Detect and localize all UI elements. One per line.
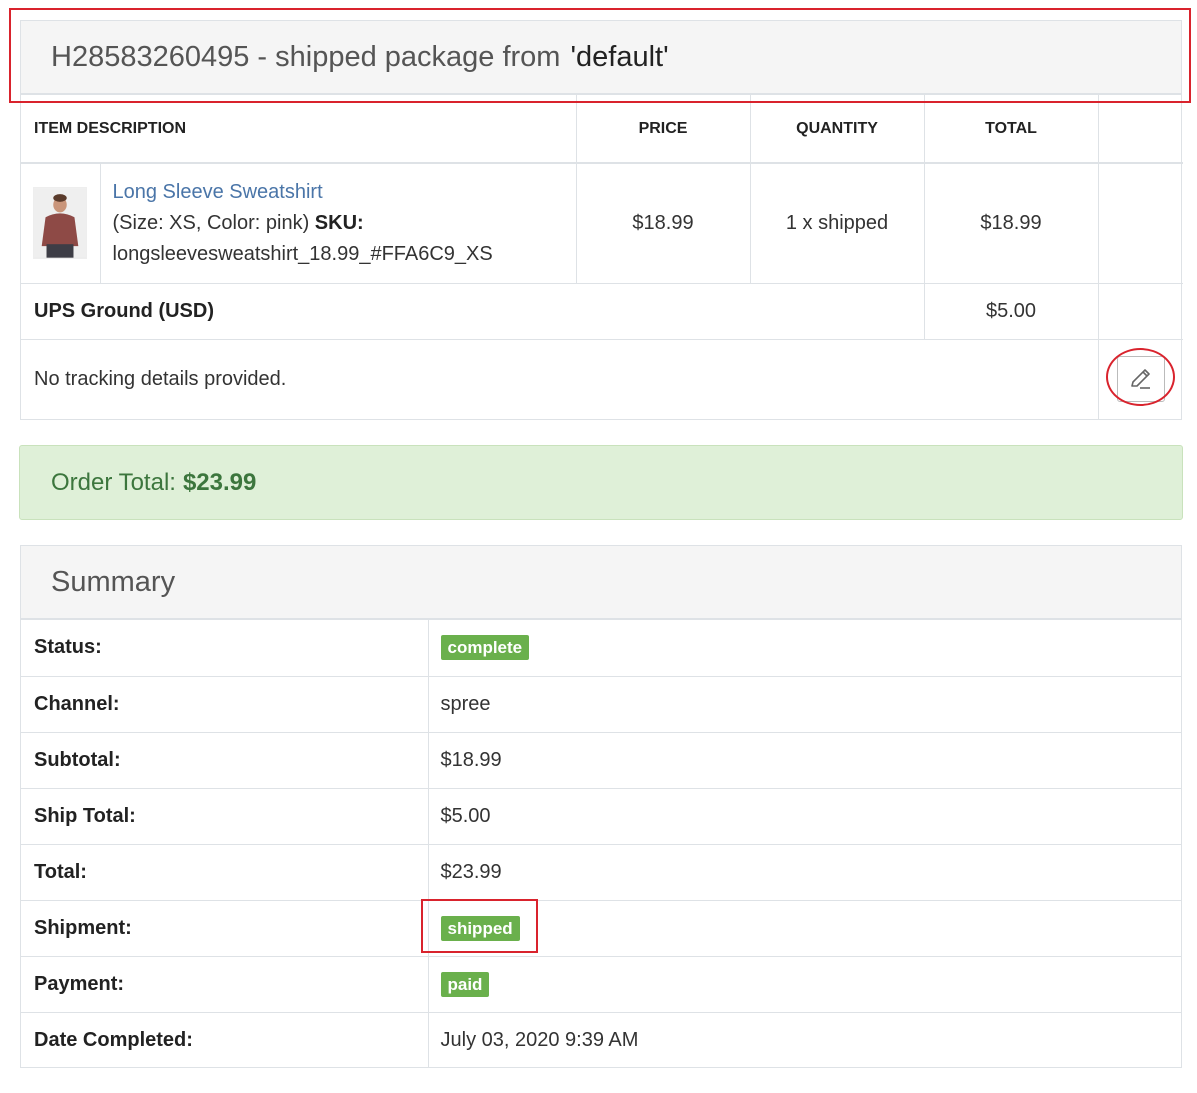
summary-label: Subtotal: xyxy=(21,732,429,789)
order-total-label: Order Total: xyxy=(51,468,176,496)
summary-title: Summary xyxy=(51,565,176,598)
line-item-actions xyxy=(1098,163,1184,284)
summary-label: Payment: xyxy=(21,956,429,1013)
line-item-image-cell xyxy=(21,163,101,284)
column-header-actions xyxy=(1098,95,1184,164)
order-total-value: $23.99 xyxy=(182,468,257,496)
column-header-total: TOTAL xyxy=(924,95,1099,164)
shipment-state-badge: shipped xyxy=(440,915,520,941)
payment-state-badge: paid xyxy=(440,971,490,997)
line-item-total: $18.99 xyxy=(924,163,1099,284)
edit-tracking-button[interactable] xyxy=(1116,356,1165,403)
tracking-row: No tracking details provided. xyxy=(21,339,1183,419)
tracking-details: No tracking details provided. xyxy=(21,339,1099,419)
summary-value: $18.99 xyxy=(428,732,1181,789)
column-header-item-description: ITEM DESCRIPTION xyxy=(21,95,577,164)
summary-table: Status: complete Channel: spree Subtotal… xyxy=(21,620,1181,1068)
summary-row-total: Total: $23.99 xyxy=(21,844,1181,901)
shipping-actions xyxy=(1098,283,1184,340)
line-item-price: $18.99 xyxy=(576,163,751,284)
summary-row-channel: Channel: spree xyxy=(21,676,1181,733)
summary-heading: Summary xyxy=(21,546,1181,620)
summary-panel: Summary Status: complete Channel: spree … xyxy=(20,545,1182,1068)
shipment-panel: H28583260495 - shipped package from 'def… xyxy=(20,20,1184,420)
summary-value: $23.99 xyxy=(428,844,1181,901)
summary-row-subtotal: Subtotal: $18.99 xyxy=(21,732,1181,789)
product-options: (Size: XS, Color: pink) xyxy=(112,211,310,234)
summary-row-payment: Payment: paid xyxy=(21,956,1181,1013)
summary-label: Shipment: xyxy=(21,900,429,957)
shipping-method-row: UPS Ground (USD) $5.00 xyxy=(21,283,1184,340)
order-total-alert: Order Total: $23.99 xyxy=(19,445,1183,520)
shipment-stock-location: 'default' xyxy=(570,40,669,73)
product-name-link[interactable]: Long Sleeve Sweatshirt xyxy=(113,181,323,203)
line-item-quantity: 1 x shipped xyxy=(750,163,925,284)
product-photo-icon[interactable] xyxy=(33,187,87,260)
summary-label: Total: xyxy=(21,844,429,901)
tracking-actions xyxy=(1098,339,1183,419)
summary-label: Date Completed: xyxy=(21,1012,429,1068)
summary-value: July 03, 2020 9:39 AM xyxy=(440,1028,639,1051)
summary-row-status: Status: complete xyxy=(21,620,1181,677)
shipment-items-table: ITEM DESCRIPTION PRICE QUANTITY TOTAL Lo… xyxy=(21,95,1184,419)
shipment-heading: H28583260495 - shipped package from 'def… xyxy=(21,21,1181,95)
shipping-method-name: UPS Ground (USD) xyxy=(21,283,925,340)
summary-value: spree xyxy=(428,676,1181,733)
column-header-price: PRICE xyxy=(576,95,751,164)
summary-label: Status: xyxy=(21,620,429,677)
column-header-quantity: QUANTITY xyxy=(750,95,925,164)
summary-row-date-completed: Date Completed: July 03, 2020 9:39 AM xyxy=(21,1012,1181,1068)
summary-value: $5.00 xyxy=(428,788,1181,845)
line-item-row: Long Sleeve Sweatshirt (Size: XS, Color:… xyxy=(21,163,1184,284)
pencil-icon xyxy=(1130,369,1150,390)
summary-label: Ship Total: xyxy=(21,788,429,845)
summary-row-shipment: Shipment: shipped xyxy=(21,900,1181,957)
sku-value: longsleevesweatshirt_18.99_#FFA6C9_XS xyxy=(112,242,493,265)
summary-row-ship-total: Ship Total: $5.00 xyxy=(21,788,1181,845)
line-item-description: Long Sleeve Sweatshirt (Size: XS, Color:… xyxy=(100,163,577,284)
summary-label: Channel: xyxy=(21,676,429,733)
sku-label: SKU: xyxy=(314,211,364,234)
status-badge: complete xyxy=(440,635,530,661)
shipment-title: H28583260495 - shipped package from xyxy=(51,40,561,73)
shipping-cost: $5.00 xyxy=(924,283,1099,340)
